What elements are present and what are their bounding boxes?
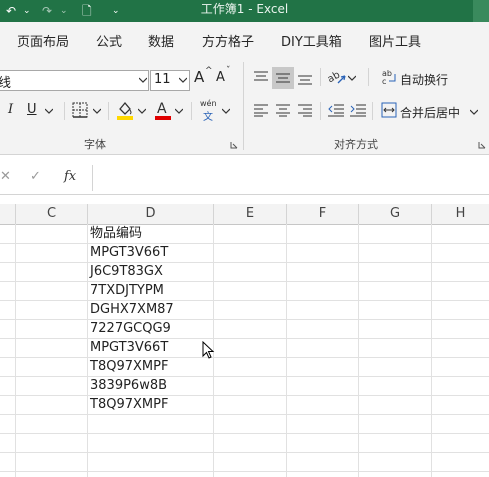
formula-input[interactable] (92, 165, 489, 191)
table-row[interactable]: MPGT3V66T (0, 243, 489, 263)
font-size-select[interactable]: 11 (150, 70, 190, 91)
column-header-d[interactable]: D (88, 204, 214, 225)
cell-d-value[interactable]: T8Q97XMPF (90, 395, 168, 414)
tab-picture-tools[interactable]: 图片工具 (369, 31, 421, 50)
divider (64, 102, 65, 120)
pinyin-guide-label: wén (200, 99, 217, 108)
window-title: 工作簿1 - Excel (200, 2, 289, 16)
tab-data[interactable]: 数据 (148, 31, 174, 50)
column-header-g[interactable]: G (359, 204, 432, 225)
cell-d-value[interactable]: T8Q97XMPF (90, 357, 168, 376)
cell-d-value[interactable]: 7TXDJTYPM (90, 281, 164, 300)
cell-d-header[interactable]: 物品编码 (90, 224, 142, 243)
alignment-group-label: 对齐方式 (334, 138, 378, 151)
align-middle-icon[interactable] (276, 71, 290, 85)
table-row[interactable]: 7227GCQG9 (0, 319, 489, 339)
cell-d-value[interactable]: MPGT3V66T (90, 338, 168, 357)
font-color-icon[interactable]: A (154, 100, 172, 120)
increase-indent-icon[interactable] (350, 103, 366, 117)
underline-button[interactable]: U (27, 102, 37, 117)
pinyin-guide-button[interactable]: 文 (203, 108, 213, 123)
cell-d-value[interactable]: MPGT3V66T (90, 243, 168, 262)
font-color-dropdown-icon[interactable] (175, 108, 183, 114)
cell-d-value[interactable]: 3839P6w8B (90, 376, 167, 395)
divider (368, 68, 369, 86)
align-bottom-icon[interactable] (298, 72, 312, 86)
cell-d-value[interactable]: J6C9T83GX (90, 262, 163, 281)
wrap-text-button[interactable]: 自动换行 (400, 71, 448, 88)
column-header-e[interactable]: E (214, 204, 287, 225)
align-top-icon[interactable] (254, 70, 268, 84)
shrink-font-button[interactable]: A (216, 70, 225, 85)
borders-dropdown-icon[interactable] (93, 108, 101, 114)
table-row[interactable] (0, 414, 489, 434)
table-row[interactable]: DGHX7XM87 (0, 300, 489, 320)
tab-page-layout[interactable]: 页面布局 (17, 31, 69, 50)
divider (320, 68, 321, 86)
cell-d-value[interactable]: DGHX7XM87 (90, 300, 174, 319)
dialog-launcher-icon[interactable] (230, 141, 238, 149)
decrease-indent-icon[interactable] (328, 103, 344, 117)
tab-ffgz[interactable]: 方方格子 (202, 31, 254, 50)
divider (191, 102, 192, 120)
title-bar: ↶ ⌄ ↷ ⌄ 🗋 ⌄ 工作簿1 - Excel (0, 0, 489, 22)
window-control-edge[interactable] (473, 0, 489, 22)
svg-text:A: A (157, 101, 167, 117)
underline-dropdown-icon[interactable] (45, 108, 53, 114)
fill-color-dropdown-icon[interactable] (138, 108, 146, 114)
font-group-label: 字体 (84, 138, 106, 151)
chevron-down-icon (179, 77, 187, 83)
italic-button[interactable]: I (8, 102, 13, 117)
font-name-select[interactable]: 线 (0, 70, 149, 91)
mouse-pointer-icon (202, 341, 215, 359)
column-header-f[interactable]: F (287, 204, 359, 225)
font-name-value: 线 (0, 76, 12, 91)
tab-diy-toolbox[interactable]: DIY工具箱 (281, 31, 342, 50)
shrink-font-arrow-icon: ˇ (226, 66, 231, 76)
orientation-icon[interactable]: ab (328, 68, 346, 86)
cancel-entry-icon[interactable]: ✕ (0, 169, 11, 184)
ribbon: 线 11 A ^ A ˇ I U A wén 文 字体 ab ab c 自动换行 … (0, 58, 489, 155)
row-header-corner[interactable] (0, 204, 16, 225)
insert-function-icon[interactable]: fx (64, 169, 76, 184)
table-row[interactable] (0, 433, 489, 453)
column-header-h[interactable]: H (432, 204, 489, 225)
borders-icon[interactable] (72, 102, 88, 118)
pinyin-dropdown-icon[interactable] (222, 108, 230, 114)
align-center-icon[interactable] (276, 103, 290, 117)
table-row[interactable]: 7TXDJTYPM (0, 281, 489, 301)
dialog-launcher-icon[interactable] (478, 141, 486, 149)
table-row[interactable]: T8Q97XMPF (0, 357, 489, 377)
merge-center-icon[interactable] (381, 102, 397, 118)
divider (320, 102, 321, 120)
chevron-down-icon (139, 77, 147, 83)
group-divider (243, 62, 244, 150)
confirm-entry-icon[interactable]: ✓ (30, 169, 41, 184)
table-row[interactable]: T8Q97XMPF (0, 395, 489, 415)
grow-font-button[interactable]: A (194, 68, 204, 86)
align-left-icon[interactable] (254, 103, 268, 117)
grow-font-arrow-icon: ^ (205, 66, 213, 76)
merge-center-button[interactable]: 合并后居中 (400, 104, 460, 121)
divider (372, 102, 373, 120)
formula-bar: ✕ ✓ fx (0, 162, 489, 195)
merge-dropdown-icon[interactable] (470, 109, 478, 115)
table-row[interactable] (0, 452, 489, 472)
menu-bar: 页面布局 公式 数据 方方格子 DIY工具箱 图片工具 (0, 22, 489, 58)
divider (108, 102, 109, 120)
orientation-dropdown-icon[interactable] (348, 75, 356, 81)
wrap-text-icon[interactable]: abc (382, 69, 398, 85)
column-header-c[interactable]: C (16, 204, 88, 225)
fill-color-icon[interactable] (116, 100, 134, 120)
svg-text:c: c (382, 77, 386, 85)
table-row[interactable]: 3839P6w8B (0, 376, 489, 396)
table-row[interactable]: J6C9T83GX (0, 262, 489, 282)
tab-formulas[interactable]: 公式 (96, 31, 122, 50)
table-row[interactable]: MPGT3V66T (0, 338, 489, 358)
align-right-icon[interactable] (298, 103, 312, 117)
table-row[interactable]: 物品编码 (0, 224, 489, 244)
svg-text:ab: ab (328, 70, 342, 86)
cell-d-value[interactable]: 7227GCQG9 (90, 319, 171, 338)
font-size-value: 11 (154, 72, 171, 87)
